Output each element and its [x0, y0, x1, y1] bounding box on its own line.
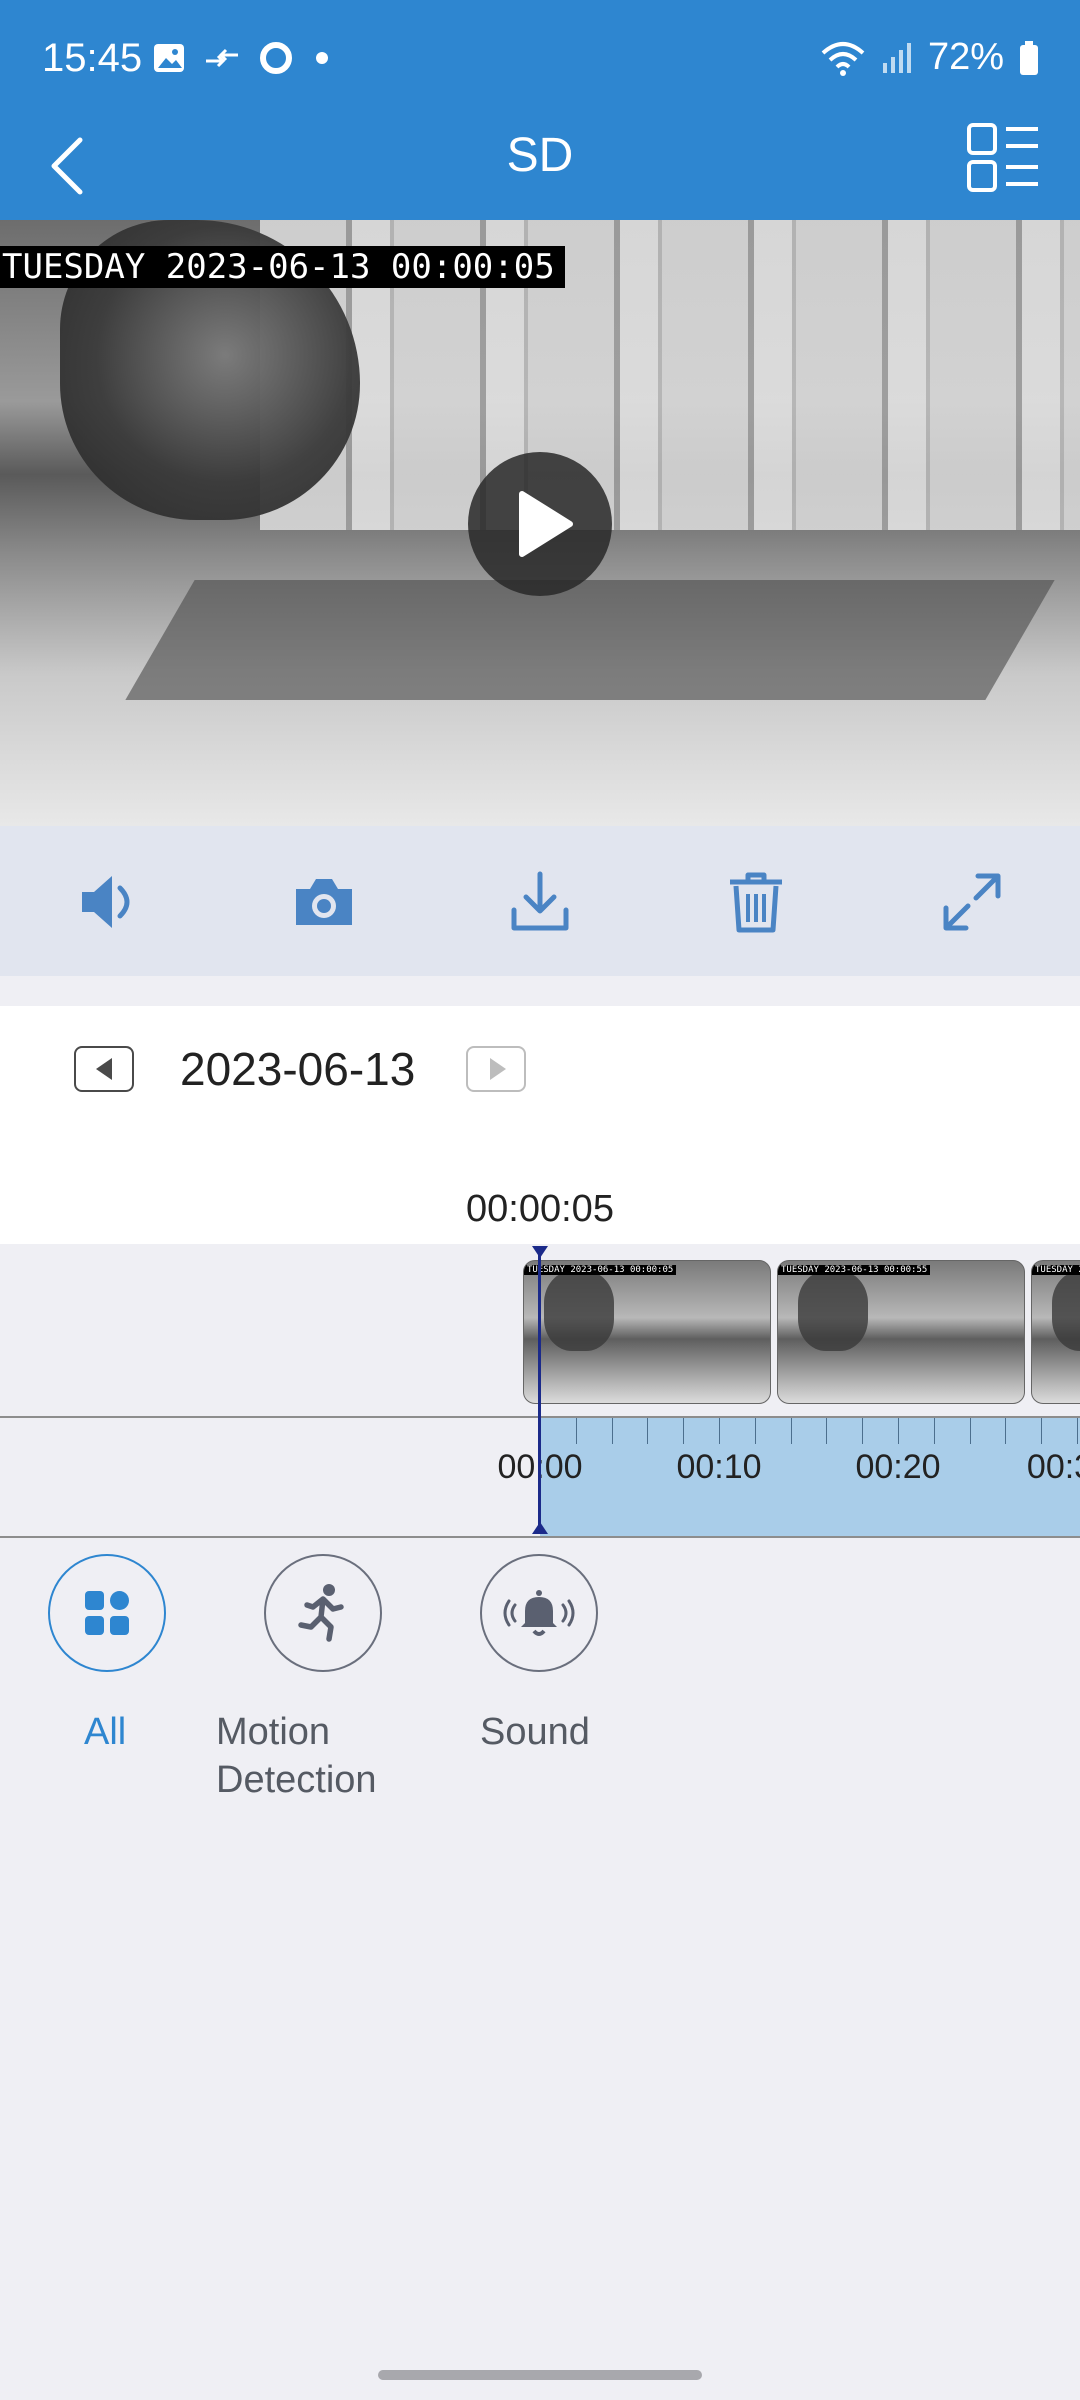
status-time: 15:45	[42, 36, 143, 80]
previous-day-button[interactable]	[74, 1046, 134, 1092]
status-bar: 15:45 72%	[0, 0, 1080, 120]
snapshot-button[interactable]	[284, 866, 364, 938]
next-day-button[interactable]	[466, 1046, 526, 1092]
delete-button[interactable]	[716, 866, 796, 938]
download-button[interactable]	[500, 866, 580, 938]
play-icon	[519, 491, 573, 557]
fullscreen-button[interactable]	[932, 866, 1012, 938]
app-bar: 15:45 72% SD	[0, 0, 1080, 220]
download-icon	[511, 871, 569, 931]
filter-sound[interactable]: Sound	[480, 1554, 700, 1756]
thumbnail-clip[interactable]: TUESDAY 2023-06-13	[1031, 1260, 1080, 1404]
alarm-bell-icon	[503, 1590, 575, 1636]
status-right-icons: 72%	[820, 36, 1040, 79]
ruler-tick	[898, 1418, 899, 1444]
ruler-tick	[826, 1418, 828, 1444]
filter-motion-detection[interactable]: Motion Detection	[216, 1554, 436, 1804]
nav-bar: SD	[0, 116, 1080, 220]
ruler-tick	[933, 1418, 935, 1444]
battery-percent: 72%	[927, 36, 1004, 78]
running-person-icon	[298, 1584, 344, 1642]
mute-button[interactable]	[68, 866, 148, 938]
ruler-label: 00:10	[676, 1448, 762, 1486]
cursor-top-marker	[532, 1246, 548, 1258]
filter-sound-circle	[480, 1554, 598, 1672]
thumbnail-clip[interactable]: TUESDAY 2023-06-13 00:00:55	[777, 1260, 1025, 1404]
sd-playback-screen: 15:45 72% SD TUESDAY 2023-06-13 00:00:05…	[0, 0, 1080, 2400]
ruler-tick	[575, 1418, 577, 1444]
battery-icon	[1020, 40, 1038, 75]
ruler-tick	[790, 1418, 792, 1444]
thumbnail-timestamp: TUESDAY 2023-06-13 00:00:05	[524, 1265, 677, 1275]
caret-left-icon	[96, 1058, 112, 1080]
timeline-current-time: 00:00:05	[466, 1188, 614, 1230]
filter-all-circle	[48, 1554, 166, 1672]
video-scene-floor	[125, 580, 1055, 700]
camera-icon	[296, 879, 352, 925]
speaker-icon	[82, 876, 130, 928]
thumbnail-timestamp: TUESDAY 2023-06-13	[1032, 1265, 1080, 1275]
ruler-tick	[969, 1418, 971, 1444]
selected-date: 2023-06-13	[180, 1043, 416, 1095]
cursor-bottom-marker	[532, 1522, 548, 1534]
ruler-tick	[611, 1418, 613, 1444]
page-title: SD	[506, 129, 574, 182]
trash-icon	[730, 872, 782, 933]
list-view-icon	[967, 123, 1038, 192]
timeline-cursor[interactable]	[538, 1248, 541, 1532]
event-filters: All Motion Detection Sound	[0, 1538, 1080, 1838]
ruler-label: 00:20	[855, 1448, 941, 1486]
thumbnail-scene	[1052, 1271, 1080, 1351]
ruler-label: 00:3	[1026, 1448, 1080, 1486]
thumbnail-scene	[798, 1271, 868, 1351]
video-timestamp-overlay: TUESDAY 2023-06-13 00:00:05	[0, 246, 565, 288]
thumbnail-timestamp: TUESDAY 2023-06-13 00:00:55	[778, 1265, 931, 1275]
ruler-tick	[862, 1418, 864, 1444]
ruler-tick	[719, 1418, 720, 1444]
image-icon	[154, 44, 184, 72]
ruler-tick	[683, 1418, 685, 1444]
video-player[interactable]: TUESDAY 2023-06-13 00:00:05	[0, 220, 1080, 826]
ruler-tick	[647, 1418, 649, 1444]
thumbnail-clip[interactable]: TUESDAY 2023-06-13 00:00:05	[523, 1260, 771, 1404]
file-list-button[interactable]	[966, 122, 1040, 196]
ruler-tick	[1077, 1418, 1078, 1444]
status-left-icons	[152, 40, 332, 76]
ruler-tick	[1041, 1418, 1043, 1444]
ruler-tick	[1005, 1418, 1007, 1444]
sync-ring-icon	[260, 42, 292, 74]
home-indicator[interactable]	[378, 2370, 702, 2380]
thumbnail-scene	[544, 1271, 614, 1351]
data-transfer-icon	[206, 48, 238, 68]
signal-icon	[882, 42, 911, 73]
fullscreen-icon	[943, 873, 1001, 931]
filter-sound-label: Sound	[480, 1711, 590, 1753]
play-button[interactable]	[468, 452, 612, 596]
dot-icon	[316, 52, 328, 64]
recorded-range	[540, 1418, 1080, 1536]
filter-motion-label: Motion Detection	[216, 1711, 377, 1801]
ruler-tick	[754, 1418, 756, 1444]
wifi-icon	[821, 41, 865, 76]
filter-motion-circle	[264, 1554, 382, 1672]
grid-icon	[85, 1591, 129, 1635]
caret-right-icon	[490, 1058, 506, 1080]
playback-toolbar	[0, 826, 1080, 976]
